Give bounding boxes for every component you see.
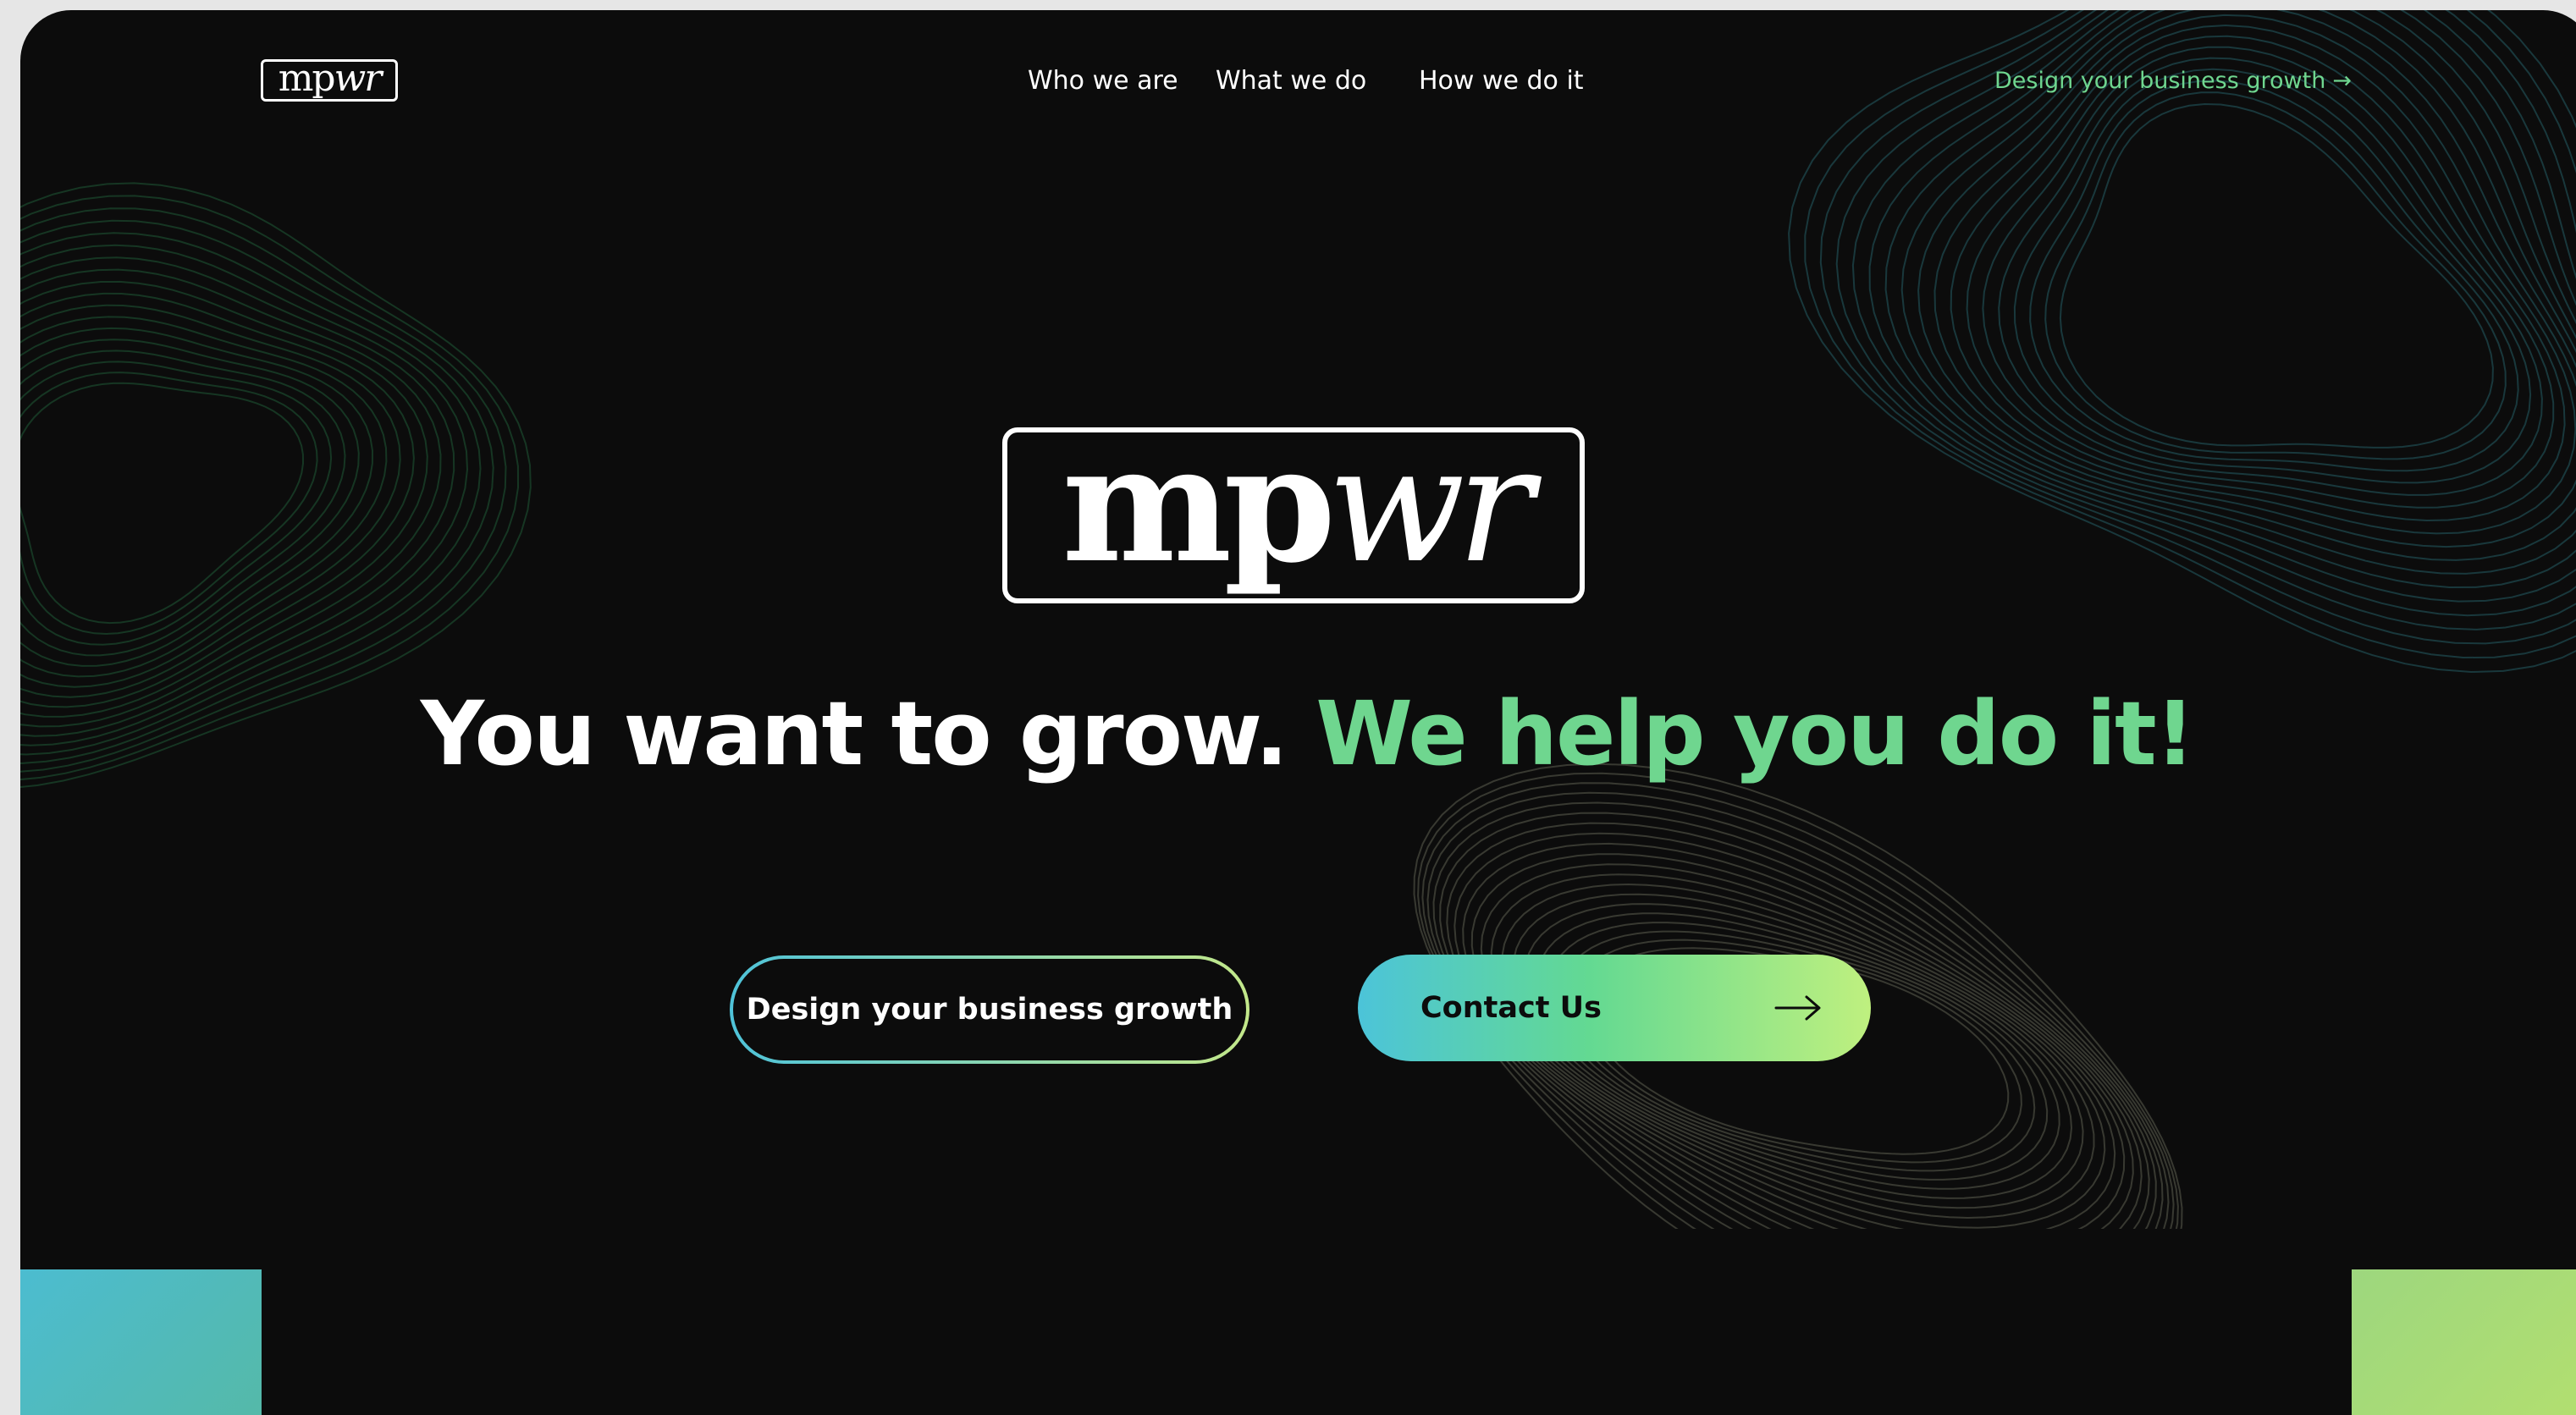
design-growth-button-label: Design your business growth <box>733 959 1246 1060</box>
design-growth-button[interactable]: Design your business growth <box>730 955 1249 1064</box>
headline-white: You want to grow. <box>420 682 1288 785</box>
header-cta-link[interactable]: Design your business growth → <box>1994 63 2352 100</box>
hero-logo-italic: wr <box>1327 411 1533 598</box>
header-cta-label: Design your business growth <box>1994 68 2326 94</box>
contact-us-label: Contact Us <box>1420 991 1602 1025</box>
contact-us-button[interactable]: Contact Us <box>1358 955 1871 1061</box>
arrow-right-icon: → <box>2332 68 2352 94</box>
header-logo-italic: wr <box>334 57 383 100</box>
hero-logo-plain: mp <box>1062 410 1336 598</box>
content-panel-bottom <box>262 1229 2352 1415</box>
headline-green: We help you do it! <box>1316 682 2195 785</box>
bottom-left-gradient-block <box>20 1269 262 1415</box>
header-logo-plain: mp <box>278 57 336 100</box>
page-frame: mpwr Who we are What we do How we do it … <box>20 10 2576 1415</box>
nav-what-we-do[interactable]: What we do <box>1216 63 1366 100</box>
hero-headline: You want to grow. We help you do it! <box>20 679 2576 789</box>
bottom-right-gradient-block <box>2352 1269 2576 1415</box>
nav-how-we-do-it[interactable]: How we do it <box>1419 63 1584 100</box>
hero-logo: mpwr <box>1002 424 1585 603</box>
header-logo[interactable]: mpwr <box>261 59 398 102</box>
nav-who-we-are[interactable]: Who we are <box>1028 63 1178 100</box>
arrow-right-icon <box>1774 995 1821 1021</box>
